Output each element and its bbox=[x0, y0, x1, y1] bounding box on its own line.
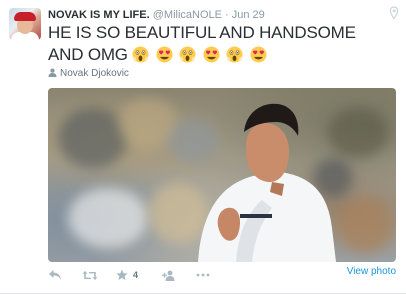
avatar[interactable] bbox=[9, 8, 41, 40]
player-figure bbox=[198, 103, 336, 262]
retweet-button[interactable] bbox=[82, 268, 98, 282]
tweet-text: HE IS SO BEAUTIFUL AND HANDSOME AND OMG bbox=[48, 22, 388, 69]
heart-eyes-emoji bbox=[156, 46, 173, 63]
tweet-actions: 4 bbox=[48, 268, 210, 282]
more-icon bbox=[196, 273, 210, 277]
person-icon bbox=[48, 68, 57, 77]
heart-eyes-emoji bbox=[250, 46, 267, 63]
timestamp[interactable]: Jun 29 bbox=[232, 9, 265, 21]
fullname[interactable]: NOVAK IS MY LIFE. bbox=[48, 9, 150, 21]
retweet-icon bbox=[82, 270, 98, 280]
view-photo-link[interactable]: View photo bbox=[347, 266, 396, 278]
tweet[interactable]: NOVAK IS MY LIFE. @MilicaNOLE · Jun 29 H… bbox=[0, 0, 406, 294]
reply-icon bbox=[49, 270, 61, 280]
favorite-button[interactable]: 4 bbox=[116, 268, 138, 282]
tagged-person-name: Novak Djokovic bbox=[60, 68, 129, 79]
username[interactable]: @MilicaNOLE bbox=[153, 9, 222, 21]
scream-emoji bbox=[179, 46, 196, 63]
scream-emoji bbox=[132, 46, 149, 63]
follow-icon bbox=[162, 270, 175, 281]
reply-button[interactable] bbox=[48, 268, 62, 282]
tweet-header: NOVAK IS MY LIFE. @MilicaNOLE · Jun 29 bbox=[48, 8, 265, 22]
avatar-cap bbox=[14, 12, 36, 21]
star-icon bbox=[116, 269, 128, 280]
scream-emoji bbox=[226, 46, 244, 63]
more-button[interactable] bbox=[196, 268, 210, 282]
tagged-person[interactable]: Novak Djokovic bbox=[48, 68, 129, 80]
favorite-count: 4 bbox=[133, 270, 139, 280]
separator: · bbox=[225, 9, 229, 21]
pin-icon[interactable] bbox=[388, 6, 400, 20]
emoji-row bbox=[132, 46, 269, 69]
heart-eyes-emoji bbox=[203, 46, 220, 63]
tweet-photo[interactable] bbox=[48, 88, 396, 262]
follow-button[interactable] bbox=[162, 268, 176, 282]
